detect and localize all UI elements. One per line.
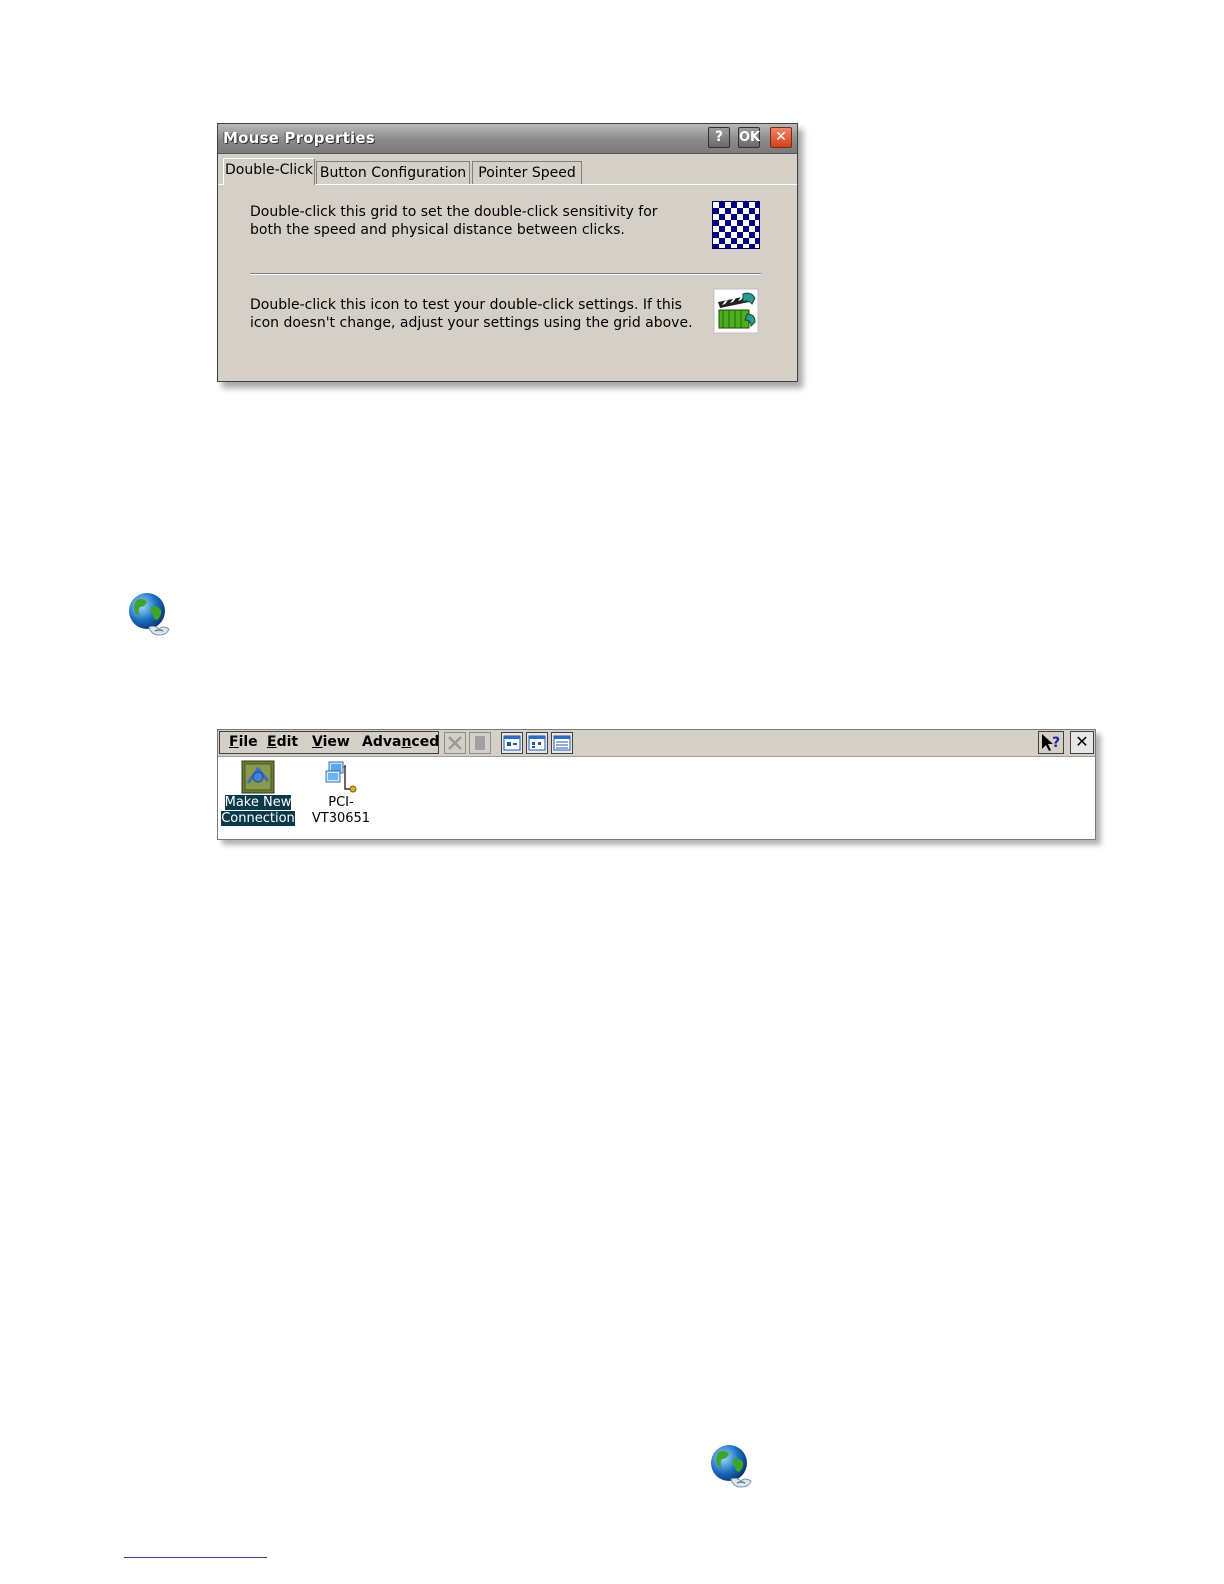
item-label-line1: PCI-: [328, 795, 354, 810]
small-icons-icon: [528, 735, 546, 751]
properties-button[interactable]: [469, 732, 491, 754]
double-click-grid-icon[interactable]: [712, 201, 760, 249]
tab-double-click[interactable]: Double-Click: [223, 158, 315, 185]
ok-button[interactable]: OK: [738, 127, 760, 148]
large-icons-icon: [503, 735, 521, 751]
window-close-button[interactable]: ✕: [1070, 731, 1094, 754]
details-icon: [553, 735, 571, 751]
pci-vt30651-connection-item[interactable]: PCI- VT30651: [303, 756, 379, 827]
details-view-button[interactable]: [551, 732, 573, 754]
divider: [250, 273, 761, 275]
menu-edit[interactable]: Edit: [267, 734, 298, 750]
large-icons-view-button[interactable]: [501, 732, 523, 754]
delete-icon: [448, 736, 462, 750]
clapperboard-test-icon[interactable]: [713, 288, 759, 334]
globe-network-icon: [711, 1445, 752, 1488]
menu-file[interactable]: File: [229, 734, 258, 750]
item-label-line2: VT30651: [311, 811, 371, 826]
footnote-separator: [124, 1557, 267, 1558]
globe-network-icon: [129, 593, 170, 636]
svg-text:?: ?: [1052, 735, 1060, 751]
item-label-line2: Connection: [220, 810, 296, 827]
help-button[interactable]: ?: [708, 127, 730, 148]
dialog-title-bar[interactable]: Mouse Properties ? OK ✕: [218, 124, 797, 154]
item-label-line1: Make New: [223, 794, 293, 811]
network-connection-icon: [325, 761, 357, 793]
small-icons-view-button[interactable]: [526, 732, 548, 754]
dialog-title: Mouse Properties: [223, 129, 375, 147]
close-button[interactable]: ✕: [770, 127, 792, 148]
menu-advanced[interactable]: Advanced: [362, 734, 439, 750]
pointer-help-icon: ?: [1042, 734, 1060, 751]
make-new-connection-item[interactable]: Make New Connection: [220, 756, 296, 827]
delete-button[interactable]: [444, 732, 466, 754]
test-description: Double-click this icon to test your doub…: [250, 297, 693, 331]
whats-this-help-button[interactable]: ?: [1038, 731, 1064, 754]
double-click-tab-panel: Double-click this grid to set the double…: [218, 184, 797, 381]
properties-icon: [475, 736, 485, 750]
network-connections-window: File Edit View Advanced ? ✕ Make New Con…: [217, 729, 1096, 840]
tab-pointer-speed[interactable]: Pointer Speed: [472, 161, 582, 185]
command-bar: File Edit View Advanced ? ✕: [218, 730, 1095, 757]
menu-bar: File Edit View Advanced: [219, 731, 439, 754]
tab-button-configuration[interactable]: Button Configuration: [316, 161, 470, 185]
grid-description: Double-click this grid to set the double…: [250, 204, 658, 238]
make-new-connection-icon: [241, 760, 275, 794]
menu-view[interactable]: View: [312, 734, 350, 750]
mouse-properties-dialog: Mouse Properties ? OK ✕ Double-Click But…: [217, 123, 798, 382]
